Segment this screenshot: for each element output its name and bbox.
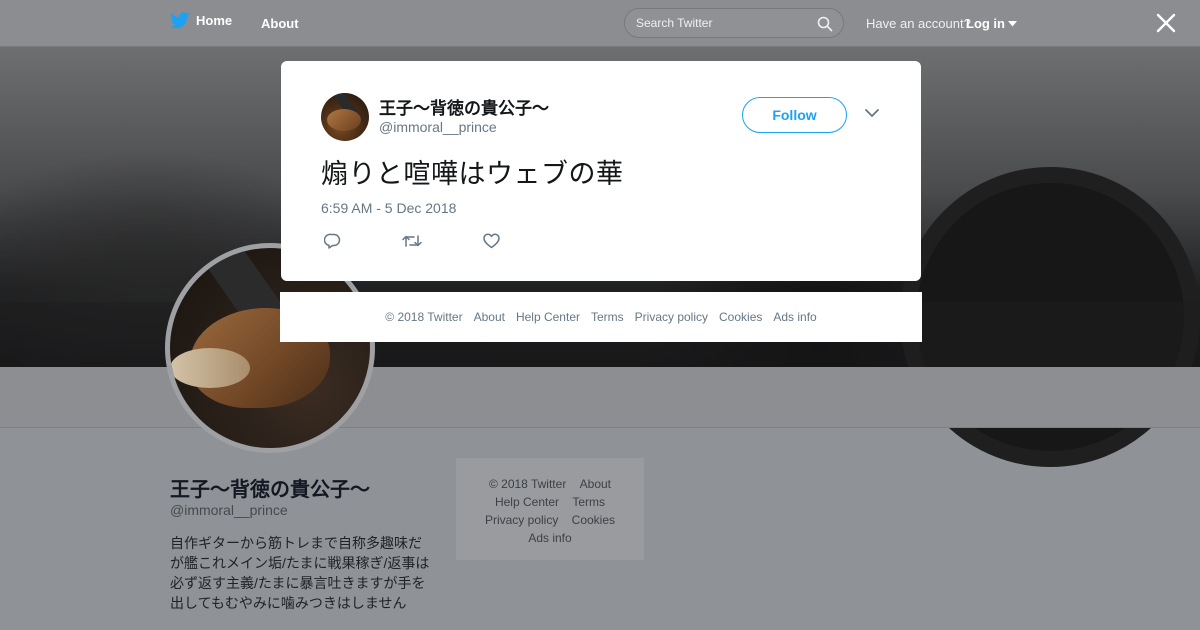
side-footer-copyright: © 2018 Twitter [488, 477, 567, 491]
nav-home-link[interactable]: Home [170, 12, 232, 29]
modal-footer: © 2018 Twitter About Help Center Terms P… [280, 292, 922, 342]
reply-icon[interactable] [324, 233, 341, 249]
side-footer-terms[interactable]: Terms [572, 495, 605, 509]
footer-help-center-link[interactable]: Help Center [516, 310, 580, 324]
side-footer-help-center[interactable]: Help Center [495, 495, 559, 509]
tweet-modal: 王子～背徳の貴公子～ @immoral__prince Follow 煽りと喧嘩… [281, 61, 921, 281]
twitter-bird-icon [170, 12, 190, 29]
heart-icon[interactable] [483, 233, 500, 249]
footer-cookies-link[interactable]: Cookies [719, 310, 762, 324]
caret-down-icon [1008, 20, 1017, 26]
profile-name: 王子～背徳の貴公子～ [170, 479, 370, 501]
tweet-timestamp[interactable]: 6:59 AM - 5 Dec 2018 [321, 200, 456, 216]
footer-privacy-link[interactable]: Privacy policy [635, 310, 708, 324]
search-box[interactable] [624, 8, 844, 38]
tweet-author-name[interactable]: 王子～背徳の貴公子～ [379, 94, 549, 119]
side-footer: © 2018 Twitter About Help Center Terms P… [456, 458, 644, 560]
login-dropdown[interactable]: Log in [966, 16, 1017, 31]
tweet-text: 煽りと喧嘩はウェブの華 [321, 159, 624, 190]
have-account-text: Have an account? [866, 16, 971, 31]
search-icon[interactable] [817, 16, 833, 32]
footer-terms-link[interactable]: Terms [591, 310, 624, 324]
side-footer-cookies[interactable]: Cookies [572, 513, 615, 527]
nav-home-label: Home [196, 13, 233, 28]
profile-handle[interactable]: @immoral__prince [170, 502, 288, 518]
top-nav: Home About Have an account? Log in [0, 0, 1200, 47]
tweet-avatar[interactable] [321, 93, 369, 141]
footer-copyright: © 2018 Twitter [385, 310, 463, 324]
login-label: Log in [966, 16, 1005, 31]
tweet-author-handle[interactable]: @immoral__prince [379, 119, 497, 135]
close-icon[interactable] [1155, 12, 1177, 34]
side-footer-ads-info[interactable]: Ads info [528, 531, 571, 545]
retweet-icon[interactable] [402, 233, 422, 249]
side-footer-privacy[interactable]: Privacy policy [485, 513, 558, 527]
nav-about-link[interactable]: About [261, 16, 299, 31]
follow-button[interactable]: Follow [742, 97, 847, 133]
footer-about-link[interactable]: About [474, 310, 505, 324]
footer-ads-info-link[interactable]: Ads info [773, 310, 816, 324]
chevron-down-icon[interactable] [865, 109, 879, 118]
profile-bio: 自作ギターから筋トレまで自称多趣味だ が艦これメイン垢/たまに戦果稼ぎ/返事は … [170, 535, 430, 611]
search-input[interactable] [636, 15, 811, 31]
side-footer-about[interactable]: About [580, 477, 611, 491]
